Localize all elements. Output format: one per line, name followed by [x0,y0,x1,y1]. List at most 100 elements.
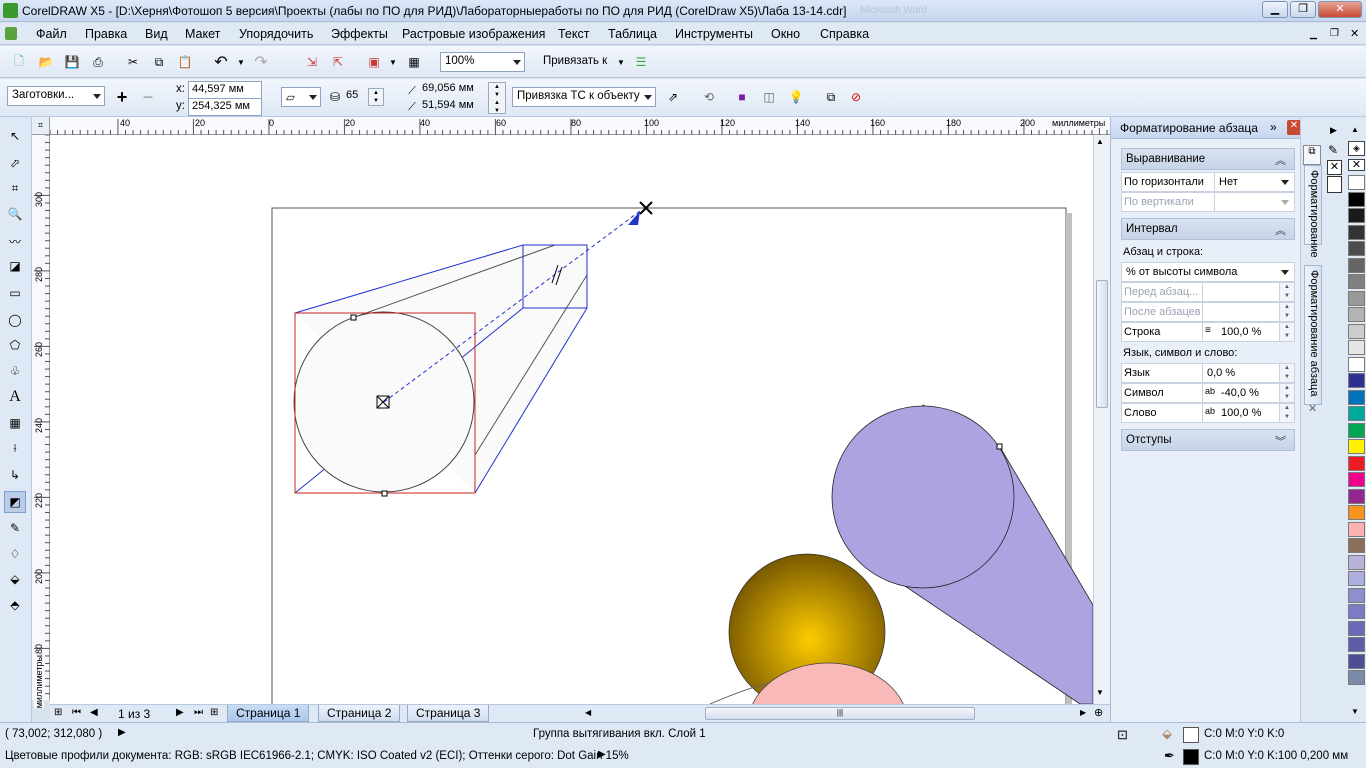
line-spacing-field[interactable]: ≡ 100,0 % [1202,322,1280,342]
color-swatch[interactable] [1348,472,1365,487]
vanishing-x-field[interactable]: 69,056 мм [419,81,487,99]
palette-scroll-down-icon[interactable]: ▼ [1351,707,1359,716]
color-swatch[interactable] [1348,224,1365,240]
spacing-section-header[interactable]: Интервал ︽ [1121,218,1295,240]
coreldraw-app-icon[interactable] [3,3,18,18]
add-page-before-icon[interactable]: ⊞ [54,707,62,718]
eyedropper-icon[interactable]: ✎ [1328,143,1338,157]
menu-view[interactable]: Вид [145,27,168,41]
after-para-field[interactable] [1202,302,1280,322]
redo-icon[interactable]: ↷ [252,53,270,71]
docker-tab-icon[interactable]: ⧉ [1303,145,1321,165]
save-icon[interactable]: 💾 [63,53,81,71]
rectangle-tool-icon[interactable]: ▭ [6,284,24,302]
color-swatch[interactable] [1348,439,1365,454]
tab-formatting[interactable]: Форматирование [1304,165,1322,258]
shape-tool-icon[interactable]: ⬀ [6,154,24,172]
swatch-none[interactable]: ◈ [1348,141,1365,156]
vertical-align-select[interactable] [1214,192,1295,212]
table-tool-icon[interactable]: ▦ [6,414,24,432]
horizontal-scroll-thumb[interactable]: ||| [705,707,975,720]
drawing-canvas[interactable] [50,135,1093,704]
scroll-right-icon[interactable]: ▶ [1080,708,1086,717]
current-color-swatch[interactable] [1327,176,1342,193]
add-page-after-icon[interactable]: ⊞ [210,707,218,718]
doc-close-button[interactable]: ✕ [1350,27,1359,40]
extrusion-bevels-icon[interactable]: ◫ [760,88,778,106]
palette-scroll-up-icon[interactable]: ▲ [1351,125,1359,134]
crop-tool-icon[interactable]: ⌗ [6,179,24,197]
tab-page-2[interactable]: Страница 2 [318,705,401,722]
zoom-combo[interactable]: 100% [440,52,525,72]
outline-tool-icon[interactable]: ♢ [6,545,24,563]
welcome-screen-icon[interactable]: ▦ [405,53,423,71]
undo-dropdown-icon[interactable]: ▼ [232,53,250,71]
no-color-swatch[interactable]: ✕ [1327,160,1342,175]
color-swatch[interactable] [1348,191,1365,207]
vanishing-spinner[interactable]: ▲ ▼ ▲ ▼ [488,82,506,114]
outline-color-swatch[interactable] [1183,749,1199,765]
scroll-up-icon[interactable]: ▲ [1096,137,1104,146]
extrusion-lighting-icon[interactable]: 💡 [787,88,805,106]
cut-icon[interactable]: ✂ [124,53,142,71]
new-icon[interactable]: 🗋 [10,53,28,71]
horizontal-align-select[interactable]: Нет [1214,172,1295,192]
color-swatch[interactable] [1348,670,1365,685]
docker-close-button[interactable]: ✕ [1287,120,1301,135]
menu-bitmaps[interactable]: Растровые изображения [402,27,545,41]
scroll-thumb[interactable] [1096,280,1108,408]
options-icon[interactable]: ☰ [632,53,650,71]
vanishing-y-field[interactable]: 51,594 мм [419,98,487,116]
color-swatch[interactable] [1348,323,1365,339]
color-swatch[interactable] [1348,389,1365,405]
extrusion-color-icon[interactable]: ■ [733,88,751,106]
color-swatch[interactable] [1348,554,1365,570]
freehand-tool-icon[interactable]: 〰 [6,232,24,250]
add-preset-icon[interactable]: + [113,87,131,107]
text-tool-icon[interactable]: A [6,388,24,406]
color-swatch[interactable] [1348,307,1365,322]
eyedropper-tool-icon[interactable]: ✎ [6,519,24,537]
docker-tab-close-icon[interactable]: ✕ [1308,402,1317,415]
color-swatch[interactable] [1348,538,1365,553]
zoom-tool-icon[interactable]: 🔍 [6,205,24,223]
handle[interactable] [350,314,357,321]
extrude-rotation-icon[interactable]: ⟲ [700,88,718,106]
snap-to-label[interactable]: Привязать к [543,55,607,67]
application-launcher-icon[interactable]: ▣ [365,53,383,71]
import-icon[interactable]: ⇲ [303,53,321,71]
menu-file[interactable]: Файл [36,27,67,41]
color-swatch[interactable] [1348,356,1365,372]
char-spacing-field[interactable]: ab -40,0 % [1202,383,1280,403]
ruler-horizontal[interactable]: 40 20 0 20 40 60 80 100 120 140 160 180 … [50,117,1110,135]
basic-shapes-tool-icon[interactable]: ♧ [6,362,24,380]
paste-icon[interactable]: 📋 [176,53,194,71]
scroll-left-icon[interactable]: ◀ [585,708,591,717]
presets-combo[interactable]: Заготовки... [7,86,105,106]
dimension-tool-icon[interactable]: ⟊ [6,439,24,457]
para-line-select[interactable]: % от высоты символа [1121,262,1295,282]
palette-flyout-icon[interactable]: ▶ [1330,125,1337,136]
char-spacing-spinner[interactable]: ▲ ▼ [1279,383,1295,403]
menu-layout[interactable]: Макет [185,27,220,41]
y-field[interactable]: 254,325 мм [188,98,262,116]
undo-icon[interactable]: ↶ [212,53,230,71]
color-swatch[interactable] [1348,587,1365,603]
menu-tools[interactable]: Инструменты [675,27,753,41]
color-swatch[interactable] [1348,653,1365,669]
depth-field[interactable]: 65 [343,88,367,106]
before-para-spinner[interactable]: ▲ ▼ [1279,282,1295,302]
polygon-tool-icon[interactable]: ⬠ [6,336,24,354]
menu-arrange[interactable]: Упорядочить [239,27,313,41]
color-proof-icon[interactable]: ⊡ [1117,727,1128,743]
color-swatch[interactable] [1348,274,1365,289]
scroll-down-icon[interactable]: ▼ [1096,688,1104,697]
language-spacing-spinner[interactable]: ▲ ▼ [1279,363,1295,383]
menu-effects[interactable]: Эффекты [331,27,388,41]
interactive-fill-tool-icon[interactable]: ⬘ [6,596,24,614]
launcher-dropdown-icon[interactable]: ▼ [384,53,402,71]
ellipse-tool-icon[interactable]: ◯ [6,311,24,329]
open-icon[interactable]: 📂 [37,53,55,71]
color-swatch[interactable] [1348,175,1365,190]
pick-tool-icon[interactable]: ↖ [6,127,24,145]
